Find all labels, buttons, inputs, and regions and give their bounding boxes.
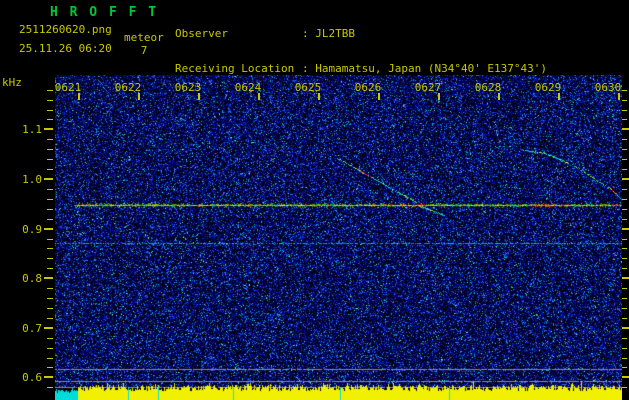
freq-tick: [47, 387, 53, 388]
freq-tick: [47, 268, 53, 269]
freq-tick: [47, 149, 53, 150]
info-row-observer: Observer: JL2TBB: [175, 27, 355, 40]
freq-tick: [47, 169, 53, 170]
freq-tick-right: [622, 169, 627, 170]
freq-tick: [47, 348, 53, 349]
freq-tick-right: [622, 248, 627, 249]
hrofft-screen: H R O F F T 2511260620.png meteor 25.11.…: [0, 0, 629, 400]
freq-tick: [44, 178, 53, 180]
freq-tick-right: [622, 258, 627, 259]
freq-tick-right: [622, 268, 627, 269]
freq-tick-right: [622, 277, 629, 279]
freq-tick-label: 1.0: [22, 173, 42, 186]
freq-tick: [47, 90, 53, 91]
freq-tick: [47, 209, 53, 210]
freq-tick: [47, 119, 53, 120]
freq-tick: [47, 338, 53, 339]
freq-tick: [47, 248, 53, 249]
freq-tick: [47, 308, 53, 309]
freq-tick-right: [622, 128, 629, 130]
freq-tick-right: [622, 199, 627, 200]
freq-tick: [47, 367, 53, 368]
freq-tick: [47, 239, 53, 240]
info-row-location: Receiving Location: Hamamatsu, Japan (N3…: [175, 61, 548, 75]
freq-tick-right: [622, 348, 627, 349]
freq-tick-right: [622, 139, 627, 140]
freq-tick-right: [622, 387, 627, 388]
filename-label: 2511260620.png: [19, 23, 112, 36]
app-title: H R O F F T: [50, 5, 159, 20]
freq-tick-label: 0.8: [22, 272, 42, 285]
freq-tick: [47, 189, 53, 190]
freq-tick-right: [622, 308, 627, 309]
spectrogram-canvas: [55, 75, 622, 400]
info-label: Receiving Location: [175, 61, 295, 75]
freq-tick-right: [622, 298, 627, 299]
freq-tick-right: [622, 228, 629, 230]
freq-tick: [47, 219, 53, 220]
freq-tick: [47, 159, 53, 160]
freq-tick: [47, 298, 53, 299]
freq-tick: [47, 258, 53, 259]
freq-tick: [44, 376, 53, 378]
info-label: Observer: [175, 27, 228, 40]
freq-tick-right: [622, 367, 627, 368]
freq-tick-right: [622, 288, 627, 289]
mode-label: meteor: [124, 31, 164, 44]
freq-tick-right: [622, 119, 627, 120]
freq-tick-label: 1.1: [22, 123, 42, 136]
freq-axis-unit: kHz: [2, 76, 22, 89]
freq-tick: [44, 327, 53, 329]
freq-tick: [47, 100, 53, 101]
freq-tick-right: [622, 219, 627, 220]
freq-tick-right: [622, 100, 627, 101]
freq-tick-right: [622, 376, 629, 378]
freq-tick: [47, 358, 53, 359]
datetime-label: 25.11.26 06:20: [19, 42, 112, 55]
freq-tick: [44, 228, 53, 230]
info-value: JL2TBB: [315, 27, 355, 40]
freq-tick-label: 0.6: [22, 371, 42, 384]
freq-tick-right: [622, 149, 627, 150]
freq-tick-right: [622, 209, 627, 210]
freq-tick-right: [622, 90, 627, 91]
freq-tick-label: 0.9: [22, 223, 42, 236]
freq-tick: [47, 318, 53, 319]
freq-tick-right: [622, 318, 627, 319]
freq-tick: [47, 139, 53, 140]
freq-tick-right: [622, 159, 627, 160]
freq-tick-right: [622, 338, 627, 339]
freq-tick: [47, 110, 53, 111]
meteor-count: 7: [140, 44, 148, 57]
freq-tick: [47, 199, 53, 200]
freq-tick-right: [622, 239, 627, 240]
freq-tick-right: [622, 327, 629, 329]
freq-tick: [44, 128, 53, 130]
freq-tick-right: [622, 110, 627, 111]
freq-tick: [44, 277, 53, 279]
freq-tick: [47, 288, 53, 289]
freq-tick-right: [622, 189, 627, 190]
info-value: Hamamatsu, Japan (N34°40' E137°43'): [315, 61, 548, 75]
freq-tick-right: [622, 358, 627, 359]
freq-tick-right: [622, 178, 629, 180]
freq-tick-label: 0.7: [22, 322, 42, 335]
